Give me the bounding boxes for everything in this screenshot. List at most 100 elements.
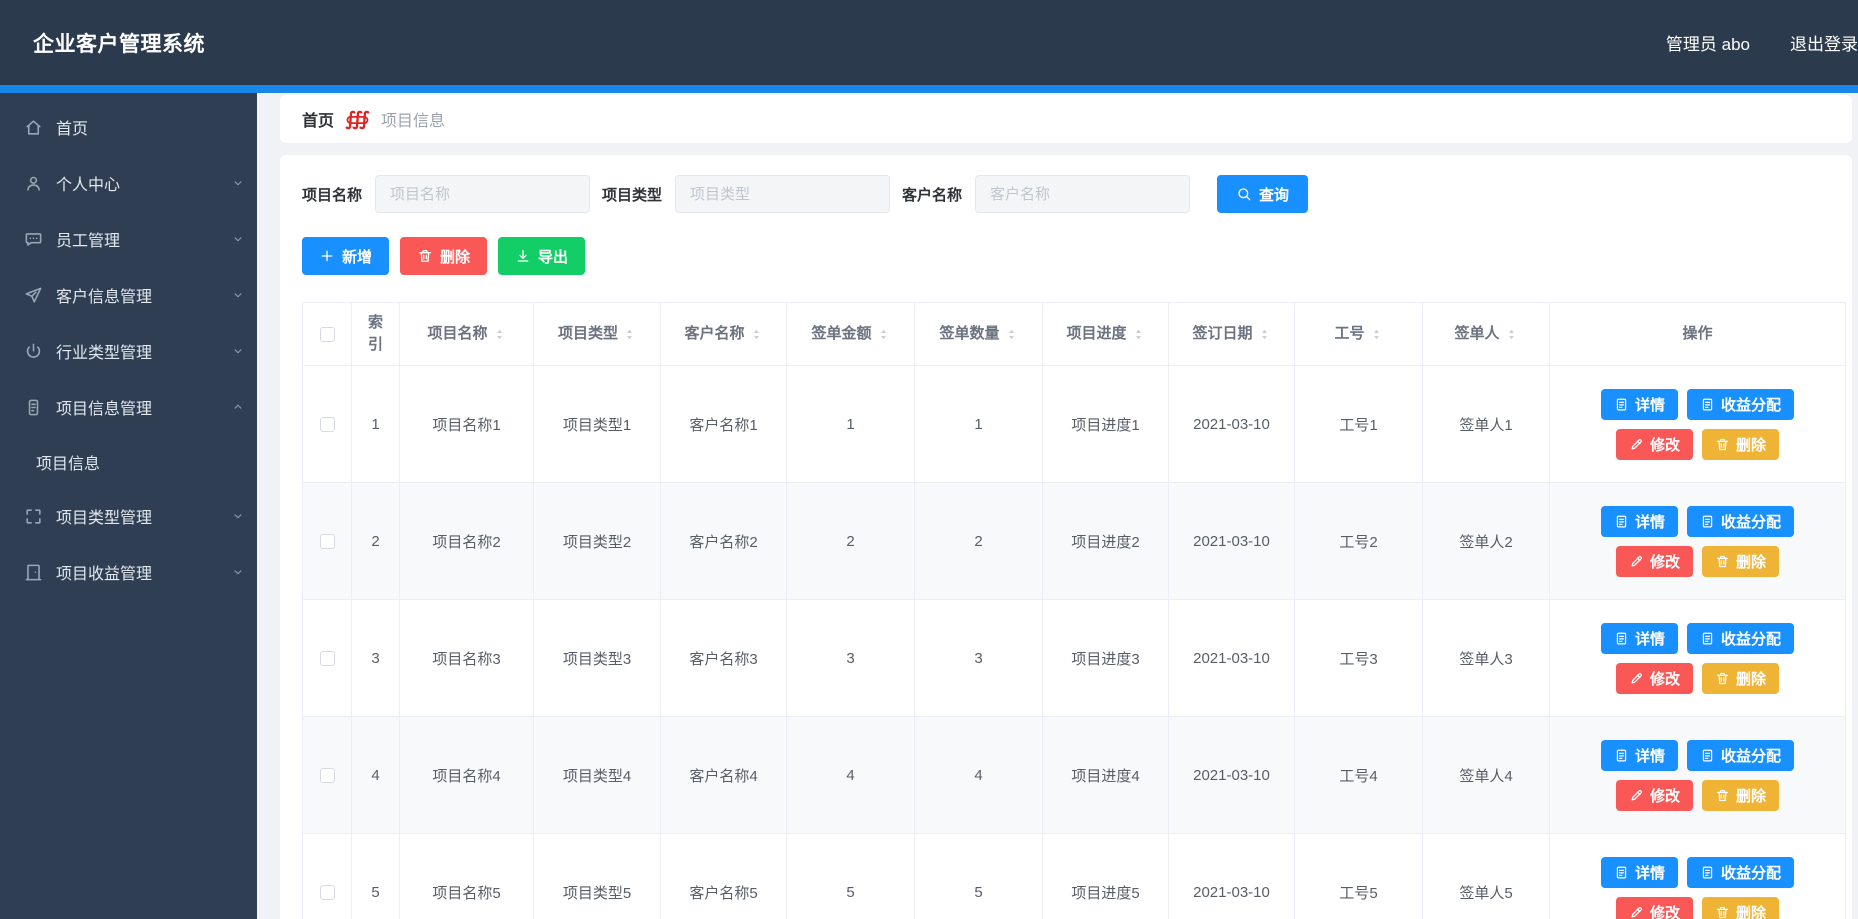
table-cell: 工号3 — [1295, 600, 1423, 717]
income-distribution-button[interactable]: 收益分配 — [1687, 857, 1794, 888]
table-header: 索引项目名称项目类型客户名称签单金额签单数量项目进度签订日期工号签单人操作 — [303, 303, 1846, 366]
income-distribution-button[interactable]: 收益分配 — [1687, 506, 1794, 537]
detail-button[interactable]: 详情 — [1601, 857, 1678, 888]
detail-button[interactable]: 详情 — [1601, 623, 1678, 654]
select-all-checkbox[interactable] — [320, 327, 335, 342]
row-delete-button[interactable]: 删除 — [1702, 429, 1779, 460]
sidebar-item-industry-type[interactable]: 行业类型管理 — [0, 323, 257, 379]
table-cell: 项目进度2 — [1043, 483, 1169, 600]
column-header[interactable]: 签单人 — [1423, 303, 1550, 366]
row-actions-cell: 详情收益分配修改删除 — [1550, 483, 1846, 600]
table-row: 4项目名称4项目类型4客户名称444项目进度42021-03-10工号4签单人4… — [303, 717, 1846, 834]
income-distribution-button[interactable]: 收益分配 — [1687, 389, 1794, 420]
edit-button[interactable]: 修改 — [1616, 780, 1693, 811]
table-cell: 4 — [787, 717, 915, 834]
detail-button[interactable]: 详情 — [1601, 389, 1678, 420]
table-cell: 签单人4 — [1423, 717, 1550, 834]
table-cell: 项目类型1 — [534, 366, 661, 483]
row-delete-button[interactable]: 删除 — [1702, 780, 1779, 811]
table-cell: 4 — [915, 717, 1043, 834]
breadcrumb-home-link[interactable]: 首页 — [302, 107, 334, 131]
logout-link[interactable]: 退出登录 — [1790, 30, 1858, 55]
app-title: 企业客户管理系统 — [33, 28, 205, 58]
sidebar-item-project-info[interactable]: 项目信息管理 — [0, 379, 257, 435]
column-header[interactable]: 工号 — [1295, 303, 1423, 366]
select-all-header-cell — [303, 303, 352, 366]
sidebar-item-project-income[interactable]: 项目收益管理 — [0, 544, 257, 600]
detail-button[interactable]: 详情 — [1601, 740, 1678, 771]
project-name-field-group: 项目名称 — [302, 175, 590, 213]
row-actions-cell: 详情收益分配修改 删除 — [1550, 366, 1846, 483]
table-cell: 5 — [915, 834, 1043, 919]
row-delete-button-label: 删除 — [1736, 785, 1766, 806]
table-cell: 4 — [352, 717, 400, 834]
sidebar-item-label: 项目类型管理 — [56, 504, 231, 528]
doc-icon — [1700, 748, 1715, 763]
table-cell: 客户名称3 — [661, 600, 787, 717]
sidebar-item-home[interactable]: 首页 — [0, 99, 257, 155]
table-cell: 项目进度4 — [1043, 717, 1169, 834]
row-checkbox[interactable] — [320, 885, 335, 900]
table-cell: 3 — [915, 600, 1043, 717]
edit-button-label: 修改 — [1650, 434, 1680, 455]
power-icon — [24, 342, 43, 361]
table-cell: 项目类型4 — [534, 717, 661, 834]
download-icon — [515, 248, 531, 264]
table-cell: 1 — [915, 366, 1043, 483]
project-name-input[interactable] — [375, 175, 590, 213]
table-cell: 签单人1 — [1423, 366, 1550, 483]
export-button[interactable]: 导出 — [498, 237, 585, 275]
column-header[interactable]: 签单金额 — [787, 303, 915, 366]
sidebar-item-label: 行业类型管理 — [56, 339, 231, 363]
edit-button[interactable]: 修改 — [1616, 429, 1693, 460]
column-header[interactable]: 项目类型 — [534, 303, 661, 366]
row-checkbox[interactable] — [320, 534, 335, 549]
column-header[interactable]: 签单数量 — [915, 303, 1043, 366]
search-button-label: 查询 — [1259, 184, 1289, 205]
table-cell: 3 — [352, 600, 400, 717]
row-delete-button[interactable]: 删除 — [1702, 546, 1779, 577]
sidebar-subitem-project-info-page[interactable]: 项目信息 — [0, 435, 257, 488]
delete-button[interactable]: 删除 — [400, 237, 487, 275]
breadcrumb-separator-icon: ∰ — [345, 110, 370, 129]
income-distribution-button[interactable]: 收益分配 — [1687, 740, 1794, 771]
search-button[interactable]: 查询 — [1217, 175, 1308, 213]
sort-icon — [1132, 327, 1145, 342]
row-checkbox[interactable] — [320, 651, 335, 666]
table-row: 5项目名称5项目类型5客户名称555项目进度52021-03-10工号5签单人5… — [303, 834, 1846, 919]
sidebar-item-profile[interactable]: 个人中心 — [0, 155, 257, 211]
breadcrumb-current: 项目信息 — [381, 107, 445, 131]
sidebar-item-employee[interactable]: 员工管理 — [0, 211, 257, 267]
project-name-label: 项目名称 — [302, 184, 362, 205]
income-distribution-button[interactable]: 收益分配 — [1687, 623, 1794, 654]
column-header[interactable]: 客户名称 — [661, 303, 787, 366]
table-cell: 1 — [787, 366, 915, 483]
row-delete-button[interactable]: 删除 — [1702, 663, 1779, 694]
row-checkbox[interactable] — [320, 417, 335, 432]
table-header-row: 索引项目名称项目类型客户名称签单金额签单数量项目进度签订日期工号签单人操作 — [303, 303, 1846, 366]
edit-button[interactable]: 修改 — [1616, 663, 1693, 694]
edit-button[interactable]: 修改 — [1616, 546, 1693, 577]
customer-name-field-group: 客户名称 — [902, 175, 1190, 213]
table-cell: 3 — [787, 600, 915, 717]
row-checkbox[interactable] — [320, 768, 335, 783]
column-header[interactable]: 项目进度 — [1043, 303, 1169, 366]
edit-button[interactable]: 修改 — [1616, 897, 1693, 919]
column-header[interactable]: 项目名称 — [400, 303, 534, 366]
add-button[interactable]: 新增 — [302, 237, 389, 275]
customer-name-input[interactable] — [975, 175, 1190, 213]
sidebar-item-customer-info[interactable]: 客户信息管理 — [0, 267, 257, 323]
detail-button[interactable]: 详情 — [1601, 506, 1678, 537]
user-icon — [24, 174, 43, 193]
chevron-down-icon — [231, 288, 245, 302]
table-cell: 项目进度3 — [1043, 600, 1169, 717]
project-type-input[interactable] — [675, 175, 890, 213]
column-header-label: 签单数量 — [939, 323, 999, 345]
detail-button-label: 详情 — [1635, 862, 1665, 883]
trash-icon — [1715, 671, 1730, 686]
column-header[interactable]: 签订日期 — [1169, 303, 1295, 366]
sidebar-item-project-type[interactable]: 项目类型管理 — [0, 488, 257, 544]
row-delete-button[interactable]: 删除 — [1702, 897, 1779, 919]
table-cell: 项目名称5 — [400, 834, 534, 919]
table-cell: 2021-03-10 — [1169, 717, 1295, 834]
